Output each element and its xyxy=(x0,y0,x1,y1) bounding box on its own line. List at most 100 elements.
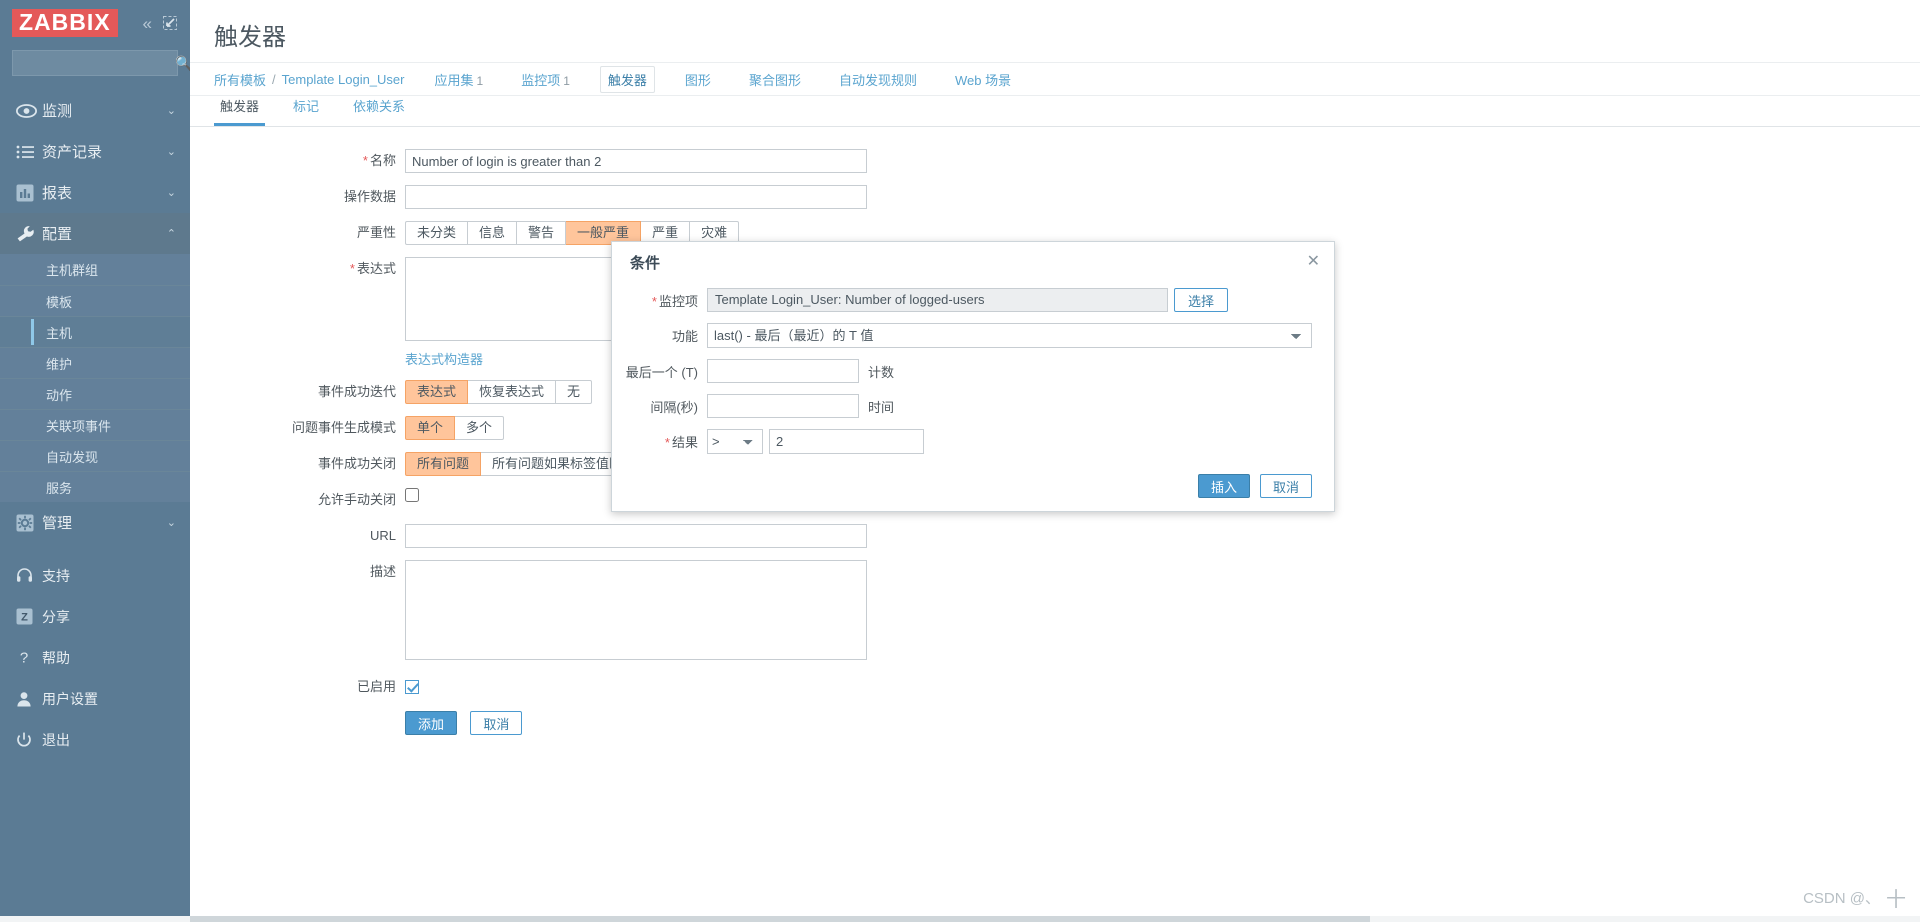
breadcrumb-tab-web-scenarios[interactable]: Web 场景 xyxy=(947,66,1019,93)
expression-label: * 表达式 xyxy=(190,257,405,281)
sidebar-nav: 监测 ⌄ 资产记录 ⌄ 报表 ⌄ 配置 ⌃ 主机群组 模板 主机 维护 动作 关… xyxy=(0,90,190,760)
sidebar-subitem-hosts[interactable]: 主机 xyxy=(0,316,190,347)
expand-icon[interactable] xyxy=(163,16,177,30)
tab-dependencies[interactable]: 依赖关系 xyxy=(347,96,411,126)
dialog-row-function: 功能 last() - 最后（最近）的 T 值 xyxy=(612,323,1312,348)
chevron-double-left-icon[interactable]: « xyxy=(143,15,152,32)
breadcrumb-tab-label: 触发器 xyxy=(607,72,647,88)
close-icon[interactable]: ✕ xyxy=(1307,254,1320,270)
dialog-cancel-button[interactable]: 取消 xyxy=(1259,474,1312,498)
sidebar-item-support[interactable]: 支持 xyxy=(0,555,190,596)
sidebar-item-help[interactable]: ? 帮助 xyxy=(0,637,190,678)
sidebar-subitem-label: 模板 xyxy=(46,294,73,310)
severity-warning[interactable]: 警告 xyxy=(517,221,567,245)
dialog-row-interval: 间隔(秒) 时间 xyxy=(612,394,1312,418)
sidebar-item-configuration[interactable]: 配置 ⌃ xyxy=(0,213,190,254)
sidebar-item-user-settings[interactable]: 用户设置 xyxy=(0,678,190,719)
tab-tags[interactable]: 标记 xyxy=(287,96,325,126)
sidebar-item-share[interactable]: Z 分享 xyxy=(0,596,190,637)
breadcrumb-tab-graphs[interactable]: 图形 xyxy=(677,66,719,93)
breadcrumb-template-name[interactable]: Template Login_User xyxy=(282,72,405,87)
dialog-item-label: * 监控项 xyxy=(612,291,707,310)
dialog-insert-button[interactable]: 插入 xyxy=(1197,474,1250,498)
name-control xyxy=(405,149,1920,173)
dialog-footer: 插入 取消 xyxy=(612,465,1334,498)
dialog-select-button[interactable]: 选择 xyxy=(1174,288,1229,312)
horizontal-scrollbar[interactable] xyxy=(190,916,1370,922)
opdata-input[interactable] xyxy=(405,185,867,209)
ok-close-label: 事件成功关闭 xyxy=(317,456,396,471)
required-marker: * xyxy=(664,435,670,450)
ok-event-none[interactable]: 无 xyxy=(556,380,593,404)
url-input[interactable] xyxy=(405,524,867,548)
sidebar-subitem-correlation[interactable]: 关联项事件 xyxy=(0,409,190,440)
ok-close-all-problems[interactable]: 所有问题 xyxy=(405,452,482,476)
breadcrumb-tab-screens[interactable]: 聚合图形 xyxy=(741,66,809,93)
breadcrumb-tab-applications[interactable]: 应用集 1 xyxy=(427,66,492,93)
expression-constructor-link[interactable]: 表达式构造器 xyxy=(405,352,483,367)
severity-information[interactable]: 信息 xyxy=(468,221,518,245)
actions-control: 添加 取消 xyxy=(405,711,1920,735)
enabled-control xyxy=(405,680,1920,695)
sidebar-item-label: 退出 xyxy=(42,731,70,748)
breadcrumb-tab-label: 图形 xyxy=(684,72,711,88)
sidebar-item-label: 配置 xyxy=(42,226,73,243)
ok-event-recovery-expression[interactable]: 恢复表达式 xyxy=(468,380,557,404)
breadcrumb-tab-discovery-rules[interactable]: 自动发现规则 xyxy=(831,66,925,93)
cancel-button[interactable]: 取消 xyxy=(470,711,523,735)
page-head: 触发器 xyxy=(190,0,1920,62)
chart-icon xyxy=(16,184,42,202)
search-box[interactable]: 🔍 xyxy=(12,50,192,76)
problem-gen-single[interactable]: 单个 xyxy=(405,416,456,440)
severity-not-classified[interactable]: 未分类 xyxy=(405,221,469,245)
dialog-function-select[interactable]: last() - 最后（最近）的 T 值 xyxy=(707,323,1312,348)
app-root: ZABBIX « 🔍 监测 ⌄ 资产记录 ⌄ 报表 ⌄ 配置 ⌃ 主机群组 模板… xyxy=(0,0,1920,922)
sidebar-item-administration[interactable]: 管理 ⌄ xyxy=(0,502,190,543)
sidebar-item-signout[interactable]: 退出 xyxy=(0,719,190,760)
severity-label: 严重性 xyxy=(356,225,396,240)
search-input[interactable] xyxy=(20,56,175,70)
dialog-result-value-input[interactable] xyxy=(769,429,924,454)
breadcrumb-tab-triggers[interactable]: 触发器 xyxy=(599,65,655,93)
breadcrumb-tab-items[interactable]: 监控项 1 xyxy=(513,66,578,93)
sidebar-subitem-services[interactable]: 服务 xyxy=(0,471,190,502)
sidebar-subitem-actions[interactable]: 动作 xyxy=(0,378,190,409)
watermark-plus: 十 xyxy=(1886,889,1906,911)
dialog-interval-input[interactable] xyxy=(707,394,859,418)
breadcrumb-tab-count: 1 xyxy=(563,73,570,88)
tab-trigger[interactable]: 触发器 xyxy=(214,96,266,126)
sidebar-subitem-host-groups[interactable]: 主机群组 xyxy=(0,254,190,285)
sidebar-logo-row: ZABBIX « xyxy=(0,0,190,46)
dialog-last-t-input[interactable] xyxy=(707,359,859,383)
form-row-description: 描述 xyxy=(190,560,1920,663)
sidebar: ZABBIX « 🔍 监测 ⌄ 资产记录 ⌄ 报表 ⌄ 配置 ⌃ 主机群组 模板… xyxy=(0,0,192,922)
sidebar-item-inventory[interactable]: 资产记录 ⌄ xyxy=(0,131,190,172)
sidebar-subitem-discovery[interactable]: 自动发现 xyxy=(0,440,190,471)
url-label: URL xyxy=(369,528,396,543)
zabbix-logo[interactable]: ZABBIX xyxy=(12,8,118,38)
sidebar-item-monitoring[interactable]: 监测 ⌄ xyxy=(0,90,190,131)
breadcrumb-all-templates[interactable]: 所有模板 xyxy=(214,70,266,89)
sidebar-subitem-maintenance[interactable]: 维护 xyxy=(0,347,190,378)
sidebar-subitem-templates[interactable]: 模板 xyxy=(0,285,190,316)
problem-gen-multiple[interactable]: 多个 xyxy=(455,416,505,440)
submit-button[interactable]: 添加 xyxy=(405,711,458,735)
list-icon xyxy=(16,145,42,159)
ok-event-expression[interactable]: 表达式 xyxy=(405,380,469,404)
page-title: 触发器 xyxy=(214,24,286,51)
dialog-result-operator-select[interactable]: > xyxy=(707,429,763,454)
enabled-checkbox[interactable] xyxy=(405,680,419,695)
sidebar-submenu-configuration: 主机群组 模板 主机 维护 动作 关联项事件 自动发现 服务 xyxy=(0,254,190,502)
description-control xyxy=(405,560,1920,663)
required-marker: * xyxy=(362,153,368,168)
sidebar-item-reports[interactable]: 报表 ⌄ xyxy=(0,172,190,213)
manual-close-checkbox[interactable] xyxy=(405,488,419,502)
name-label: * 名称 xyxy=(190,149,405,173)
tab-label: 依赖关系 xyxy=(353,99,406,114)
description-textarea[interactable] xyxy=(405,560,867,660)
svg-text:?: ? xyxy=(20,650,28,667)
name-input[interactable] xyxy=(405,149,867,173)
chevron-down-icon: ⌄ xyxy=(166,517,176,529)
dialog-interval-label: 间隔(秒) xyxy=(650,399,698,415)
user-icon xyxy=(16,691,42,707)
